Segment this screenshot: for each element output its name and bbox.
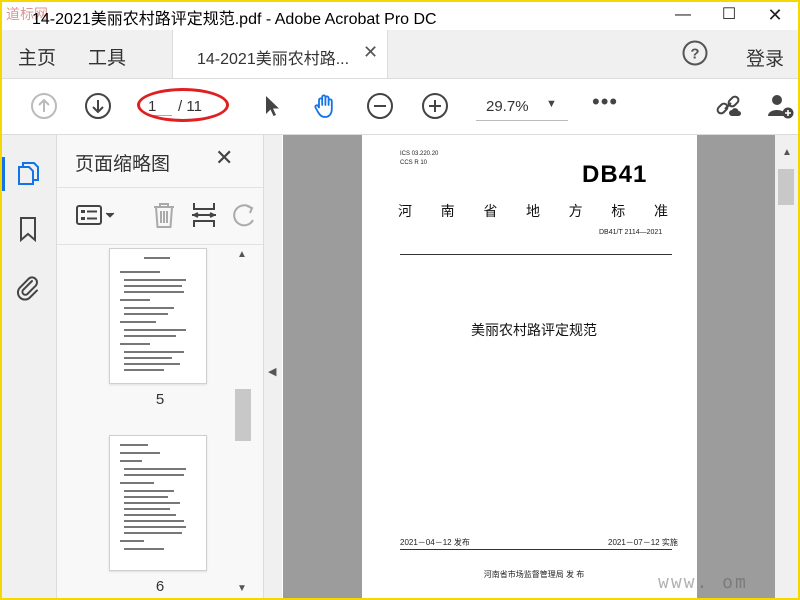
issuer: 河南省市场监督管理局 发 布	[483, 570, 585, 579]
next-page-icon[interactable]	[84, 92, 112, 120]
scroll-up-icon[interactable]: ▲	[237, 249, 247, 260]
login-link[interactable]: 登录	[746, 44, 784, 71]
scrollbar-thumb[interactable]	[778, 169, 794, 205]
left-navigation-rail	[2, 135, 57, 598]
thumbnail-panel: 页面缩略图 ✕ 5 6 ▲ ▼	[57, 135, 264, 598]
document-title: 美丽农村路评定规范	[471, 322, 597, 338]
highlight-ellipse	[137, 88, 229, 122]
share-link-icon[interactable]	[714, 92, 742, 120]
standard-char: 方	[568, 203, 585, 219]
divider	[400, 254, 672, 255]
home-tab[interactable]: 主页	[18, 43, 56, 70]
window-title: 14-2021美丽农村路评定规范.pdf - Adobe Acrobat Pro…	[32, 11, 437, 28]
insert-page-icon[interactable]	[189, 200, 219, 230]
previous-page-icon[interactable]	[30, 92, 58, 120]
select-cursor-icon[interactable]	[258, 92, 286, 120]
zoom-in-icon[interactable]	[421, 92, 449, 120]
implement-date: 2021－07－12 实施	[608, 538, 678, 547]
menu-bar: 主页 工具 14-2021美丽农村路... ✕ ? 登录	[2, 30, 798, 79]
bookmark-icon[interactable]	[14, 215, 42, 243]
publish-date: 2021－04－12 发布	[400, 538, 470, 547]
title-bar: 道标网 14-2021美丽农村路评定规范.pdf - Adobe Acrobat…	[2, 2, 798, 30]
standard-char: 南	[440, 203, 457, 219]
zoom-out-icon[interactable]	[366, 92, 394, 120]
scroll-down-icon[interactable]: ▼	[237, 583, 247, 594]
zoom-dropdown[interactable]: 29.7% ▼	[476, 92, 568, 121]
more-tools-icon[interactable]: •••	[592, 89, 618, 115]
standard-number: DB41/T 2114—2021	[599, 229, 663, 236]
document-tab-label: 14-2021美丽农村路...	[197, 51, 350, 68]
scroll-up-icon[interactable]: ▲	[782, 147, 792, 158]
standard-char: 河	[398, 203, 414, 219]
standard-char: 准	[653, 203, 670, 219]
ics-code: ICS 03.220.20	[400, 151, 439, 157]
collapse-panel-icon[interactable]: ◀	[268, 365, 276, 378]
document-scrollbar[interactable]: ▲	[775, 135, 798, 598]
standard-char: 标	[611, 203, 628, 219]
db-logo: DB41	[582, 161, 648, 188]
options-menu-icon[interactable]	[75, 200, 119, 230]
active-indicator	[2, 157, 5, 191]
acrobat-window: 道标网 14-2021美丽农村路评定规范.pdf - Adobe Acrobat…	[0, 0, 800, 600]
svg-text:?: ?	[690, 46, 699, 63]
ccs-code: CCS R 10	[400, 160, 428, 166]
standard-char: 省	[483, 203, 500, 219]
document-tab[interactable]: 14-2021美丽农村路... ✕	[172, 30, 388, 78]
divider	[400, 549, 672, 550]
maximize-button[interactable]: ☐	[706, 2, 752, 28]
page-thumbnail[interactable]	[109, 435, 207, 571]
close-tab-icon[interactable]: ✕	[363, 42, 378, 63]
pdf-page: ICS 03.220.20 CCS R 10 DB41 河 南 省 地 方 标 …	[362, 135, 697, 598]
attachment-icon[interactable]	[14, 273, 42, 301]
zoom-value: 29.7%	[486, 98, 529, 115]
help-icon[interactable]: ?	[682, 40, 708, 66]
panel-collapse-strip[interactable]: ◀	[264, 135, 282, 598]
thumbnail-toolbar	[57, 187, 263, 245]
close-window-button[interactable]: ✕	[752, 2, 798, 28]
watermark-url: www. om	[658, 572, 748, 593]
document-view[interactable]: ICS 03.220.20 CCS R 10 DB41 河 南 省 地 方 标 …	[283, 135, 775, 598]
chevron-down-icon: ▼	[546, 98, 557, 110]
page-thumbnails-icon[interactable]	[14, 159, 42, 187]
rotate-icon[interactable]	[229, 200, 259, 230]
toolbar: / 11 29.7% ▼ •••	[2, 79, 798, 135]
close-panel-icon[interactable]: ✕	[215, 145, 233, 171]
hand-tool-icon[interactable]	[311, 92, 339, 120]
page-thumbnail[interactable]	[109, 248, 207, 384]
add-user-icon[interactable]	[766, 92, 794, 120]
delete-icon[interactable]	[149, 200, 179, 230]
thumbnail-scrollbar[interactable]: ▲ ▼	[233, 245, 253, 598]
minimize-button[interactable]: —	[660, 2, 706, 28]
standard-type-heading: 河 南 省 地 方 标 准	[398, 201, 670, 221]
standard-char: 地	[525, 203, 542, 219]
panel-title: 页面缩略图	[75, 154, 171, 175]
tools-tab[interactable]: 工具	[88, 43, 126, 70]
scrollbar-thumb[interactable]	[235, 389, 251, 441]
